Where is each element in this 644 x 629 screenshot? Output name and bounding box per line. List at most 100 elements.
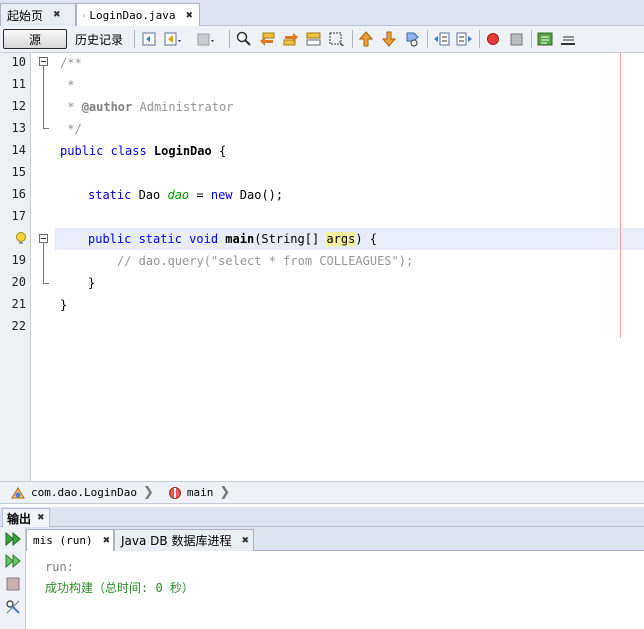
code-line-13: */ [60,122,82,136]
uncomment-icon[interactable] [559,30,578,48]
class-icon [11,486,25,498]
close-icon[interactable]: ✖ [241,536,249,546]
output-success-line: 成功构建（总时间: 0 秒） [45,581,194,595]
previous-bookmark-icon[interactable] [357,30,376,48]
line-number: 20 [11,275,26,289]
toolbar-separator [352,30,353,48]
close-icon[interactable]: ✖ [53,10,61,20]
shift-right-icon[interactable] [455,30,474,48]
breadcrumb-class[interactable]: com.dao.LoginDao [10,486,137,500]
navigation-breadcrumb: com.dao.LoginDao ❯ main ❯ [0,481,644,504]
find-icon[interactable] [235,30,254,48]
method-name: main [225,232,255,246]
fold-collapse-icon[interactable] [39,57,48,66]
breadcrumb-label: com.dao.LoginDao [31,486,137,499]
history-button[interactable]: 历史记录 [70,29,128,49]
rerun-with-options-icon[interactable] [4,552,22,570]
lightbulb-hint-icon[interactable] [15,232,27,246]
code-line-21: } [60,298,68,312]
start-macro-icon[interactable] [484,30,503,48]
close-icon[interactable]: ✖ [37,513,45,523]
shift-left-icon[interactable] [432,30,451,48]
line-number-gutter: 10 11 12 13 14 15 16 17 19 20 21 22 [0,53,31,481]
tab-mis-run[interactable]: mis (run) ✖ [26,529,114,551]
comment-star: * [60,100,82,114]
fold-line [43,66,44,128]
last-edit-icon[interactable] [140,30,159,48]
breadcrumb-method[interactable]: main [168,486,213,500]
tab-label: LoginDao.java [89,9,176,22]
toggle-rect-selection-icon[interactable] [327,30,346,48]
code-line-11: * [60,78,75,92]
line-number: 10 [11,55,26,69]
chevron-right-icon: ❯ [219,485,231,500]
code-line-14: public class LoginDao { [60,143,226,159]
keyword: new [210,188,240,202]
code-text: { [211,144,227,158]
tab-label: Java DB 数据库进程 [121,534,232,548]
close-icon[interactable]: ✖ [185,11,193,21]
code-editor[interactable]: 10 11 12 13 14 15 16 17 19 20 21 22 /** … [0,53,644,481]
code-line-19: // dao.query("select * from COLLEAGUES")… [117,254,414,268]
fold-end [43,128,49,129]
find-previous-icon[interactable] [258,30,277,48]
method-icon [168,486,181,499]
editor-tab-strip: 起始页 ✖ LoginDao.java ✖ [0,0,644,27]
type-name: Dao [138,188,168,202]
code-line-20: } [88,276,96,290]
tab-logindao-java[interactable]: LoginDao.java ✖ [76,3,200,27]
toolbar-separator [229,30,230,48]
close-icon[interactable]: ✖ [103,536,111,546]
find-next-icon[interactable] [281,30,300,48]
fold-collapse-icon[interactable] [39,234,48,243]
output-window-header: 输出 ✖ [0,507,644,527]
code-line-18: public static void main(String[] args) { [88,231,377,247]
editor-toolbar: 源 历史记录 [0,26,644,53]
code-text: (String[] [254,232,327,246]
tab-java-db-process[interactable]: Java DB 数据库进程 ✖ [114,529,254,551]
code-text: Dao(); [239,188,284,202]
toggle-bookmark-icon[interactable] [403,30,422,48]
line-number: 16 [11,187,26,201]
output-window-tab[interactable]: 输出 ✖ [2,508,50,527]
line-number: 21 [11,297,26,311]
line-number: 12 [11,99,26,113]
code-line-12: * @author Administrator [60,99,233,115]
keyword: static [88,188,139,202]
right-margin-guide [620,53,621,338]
code-text: = [189,188,211,202]
javadoc-tag: @author [81,100,133,114]
fold-line [43,243,44,283]
output-console[interactable]: run: 成功构建（总时间: 0 秒） [26,551,644,629]
toolbar-separator [427,30,428,48]
parameter-name: args [326,232,356,246]
java-file-icon [83,14,86,17]
field-name: dao [167,188,190,202]
tab-label: mis (run) [33,534,93,547]
rerun-icon[interactable] [4,530,22,548]
comment-text: Administrator [132,100,234,114]
comment-icon[interactable] [536,30,555,48]
line-number: 15 [11,165,26,179]
toolbar-separator [479,30,480,48]
output-line: run: [45,560,74,574]
code-fold-column [31,53,55,481]
stop-macro-icon[interactable] [507,30,526,48]
next-bookmark-icon[interactable] [380,30,399,48]
source-button[interactable]: 源 [3,29,67,49]
line-number: 14 [11,143,26,157]
stop-icon[interactable] [4,575,22,593]
code-line-16: static Dao dao = new Dao(); [88,187,283,203]
forward-icon[interactable] [196,30,215,48]
class-name: LoginDao [153,144,212,158]
toggle-highlight-icon[interactable] [304,30,323,48]
line-number: 11 [11,77,26,91]
settings-icon[interactable] [4,598,22,616]
line-number: 17 [11,209,26,223]
toolbar-separator [531,30,532,48]
tab-label: 起始页 [7,8,44,23]
back-icon[interactable] [163,30,182,48]
keyword: public class [60,144,154,158]
line-number: 13 [11,121,26,135]
tab-start-page[interactable]: 起始页 ✖ [0,3,76,26]
